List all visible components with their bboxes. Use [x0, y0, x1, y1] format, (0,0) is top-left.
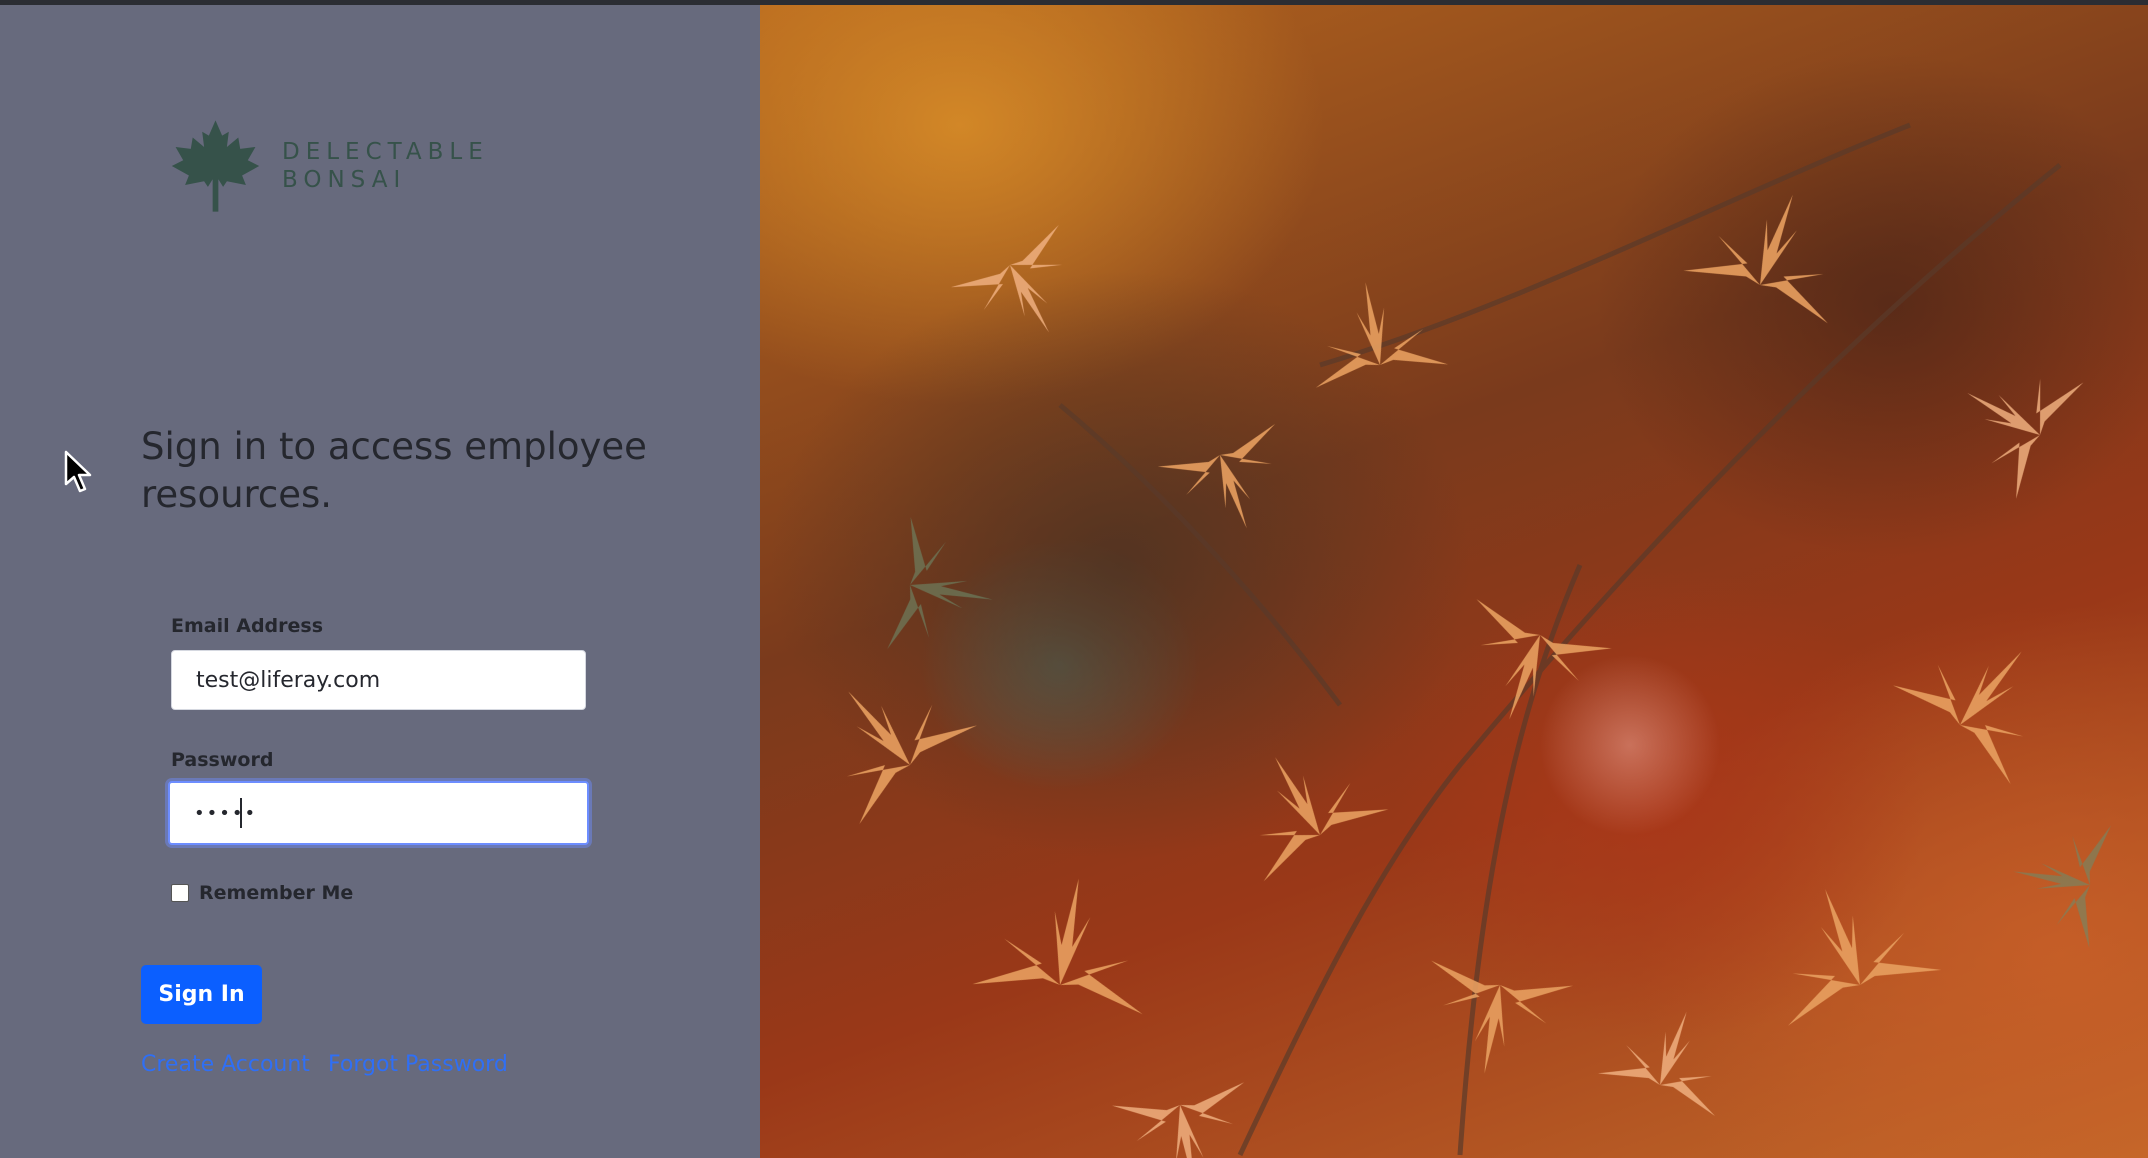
autumn-maple-leaves-image — [760, 5, 2148, 1158]
sign-in-button[interactable]: Sign In — [141, 965, 262, 1024]
brand-name: DELECTABLE BONSAI — [282, 138, 489, 194]
remember-me-checkbox[interactable] — [171, 884, 189, 902]
email-label: Email Address — [171, 615, 324, 637]
brand-name-line1: DELECTABLE — [282, 139, 489, 165]
remember-me-row[interactable]: Remember Me — [171, 882, 353, 904]
maple-leaf-icon — [171, 120, 260, 212]
text-caret — [240, 798, 242, 828]
mouse-cursor-icon — [64, 450, 92, 493]
brand-logo[interactable]: DELECTABLE BONSAI — [168, 117, 489, 215]
login-heading: Sign in to access employee resources. — [141, 425, 647, 516]
password-label: Password — [171, 749, 274, 771]
remember-me-label[interactable]: Remember Me — [199, 882, 353, 904]
forgot-password-link[interactable]: Forgot Password — [328, 1052, 508, 1077]
leaves-illustration — [789, 122, 2112, 1158]
password-field[interactable] — [168, 781, 589, 845]
brand-name-line2: BONSAI — [282, 167, 407, 193]
create-account-link[interactable]: Create Account — [141, 1052, 310, 1077]
email-field[interactable] — [171, 650, 586, 710]
